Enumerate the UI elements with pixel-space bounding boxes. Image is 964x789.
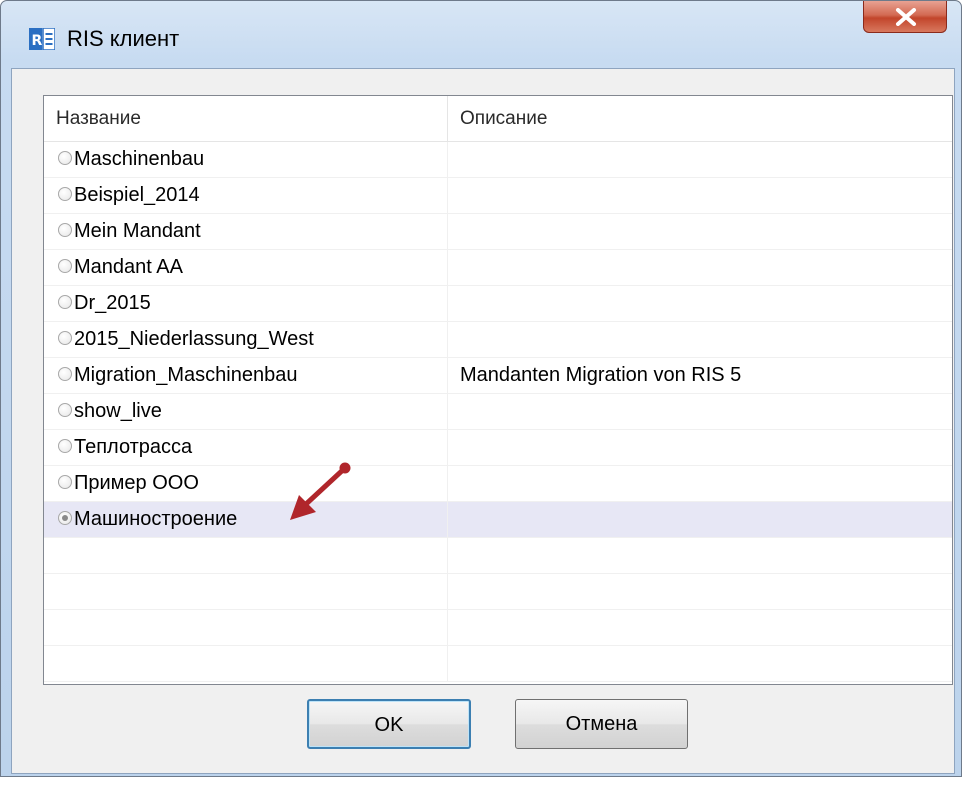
radio-button[interactable] <box>58 259 72 274</box>
table-row[interactable]: Maschinenbau <box>44 142 952 178</box>
empty-row <box>44 574 952 610</box>
name-cell[interactable]: Mandant AA <box>44 250 448 285</box>
empty-cell <box>44 538 448 573</box>
mandant-table[interactable]: Название Описание Maschinenbau Beispiel_2… <box>43 95 953 685</box>
table-row[interactable]: Migration_Maschinenbau Mandanten Migratio… <box>44 358 952 394</box>
name-cell[interactable]: Теплотрасса <box>44 430 448 465</box>
empty-cell <box>448 574 952 609</box>
empty-row <box>44 538 952 574</box>
name-cell[interactable]: Машиностроение <box>44 502 448 537</box>
column-header-description[interactable]: Описание <box>448 96 952 141</box>
description-cell: Mandanten Migration von RIS 5 <box>460 364 742 386</box>
name-label: Теплотрасса <box>74 436 193 458</box>
radio-button[interactable] <box>58 475 72 490</box>
table-row[interactable]: Машиностроение <box>44 502 952 538</box>
name-cell[interactable]: 2015_Niederlassung_West <box>44 322 448 357</box>
desktop-background <box>0 777 964 789</box>
name-label: Машиностроение <box>74 508 238 530</box>
close-icon <box>896 8 916 26</box>
name-label: Migration_Maschinenbau <box>74 364 298 386</box>
ok-button[interactable]: OK <box>307 699 471 749</box>
table-row[interactable]: Теплотрасса <box>44 430 952 466</box>
empty-row <box>44 610 952 646</box>
table-row[interactable]: Пример ООО <box>44 466 952 502</box>
empty-cell <box>44 646 448 681</box>
table-row[interactable]: 2015_Niederlassung_West <box>44 322 952 358</box>
radio-button[interactable] <box>58 403 72 418</box>
name-cell[interactable]: Mein Mandant <box>44 214 448 249</box>
description-cell <box>448 466 952 501</box>
table-row[interactable]: show_live <box>44 394 952 430</box>
description-cell <box>448 394 952 429</box>
radio-button[interactable] <box>58 511 72 526</box>
description-cell <box>448 142 952 177</box>
name-label: Beispiel_2014 <box>74 184 200 206</box>
empty-cell <box>44 610 448 645</box>
svg-text:R: R <box>32 33 43 49</box>
empty-cell <box>448 538 952 573</box>
name-cell[interactable]: Пример ООО <box>44 466 448 501</box>
name-cell[interactable]: Beispiel_2014 <box>44 178 448 213</box>
name-label: Mandant AA <box>74 256 183 278</box>
description-cell <box>448 430 952 465</box>
table-body: Maschinenbau Beispiel_2014 Mein Mandant Man… <box>44 142 952 682</box>
name-cell[interactable]: Maschinenbau <box>44 142 448 177</box>
description-cell <box>448 250 952 285</box>
radio-button[interactable] <box>58 439 72 454</box>
dialog-window: R RIS клиент Название Описание Maschinen… <box>0 0 962 777</box>
empty-cell <box>448 646 952 681</box>
name-cell[interactable]: Migration_Maschinenbau <box>44 358 448 393</box>
name-cell[interactable]: show_live <box>44 394 448 429</box>
description-cell <box>448 178 952 213</box>
table-row[interactable]: Mandant AA <box>44 250 952 286</box>
ris-app-icon: R <box>29 28 55 50</box>
close-button[interactable] <box>863 1 947 33</box>
description-cell <box>448 214 952 249</box>
table-row[interactable]: Beispiel_2014 <box>44 178 952 214</box>
window-title: RIS клиент <box>67 26 180 51</box>
radio-button[interactable] <box>58 295 72 310</box>
empty-cell <box>44 574 448 609</box>
radio-button[interactable] <box>58 331 72 346</box>
name-label: Пример ООО <box>74 472 199 494</box>
description-cell <box>448 286 952 321</box>
cancel-button[interactable]: Отмена <box>515 699 688 749</box>
name-cell[interactable]: Dr_2015 <box>44 286 448 321</box>
table-row[interactable]: Mein Mandant <box>44 214 952 250</box>
radio-button[interactable] <box>58 151 72 166</box>
name-label: show_live <box>74 400 162 422</box>
table-header: Название Описание <box>44 96 952 142</box>
column-header-name[interactable]: Название <box>44 96 448 141</box>
dialog-client-area: Название Описание Maschinenbau Beispiel_2… <box>11 68 955 774</box>
empty-row <box>44 646 952 682</box>
table-row[interactable]: Dr_2015 <box>44 286 952 322</box>
radio-button[interactable] <box>58 223 72 238</box>
title-bar[interactable]: R RIS клиент <box>1 1 961 71</box>
name-label: Maschinenbau <box>74 148 205 170</box>
name-label: 2015_Niederlassung_West <box>74 328 314 350</box>
name-label: Dr_2015 <box>74 292 151 314</box>
description-cell <box>448 322 952 357</box>
radio-button[interactable] <box>58 367 72 382</box>
description-cell <box>448 502 952 537</box>
empty-cell <box>448 610 952 645</box>
name-label: Mein Mandant <box>74 220 201 242</box>
radio-button[interactable] <box>58 187 72 202</box>
